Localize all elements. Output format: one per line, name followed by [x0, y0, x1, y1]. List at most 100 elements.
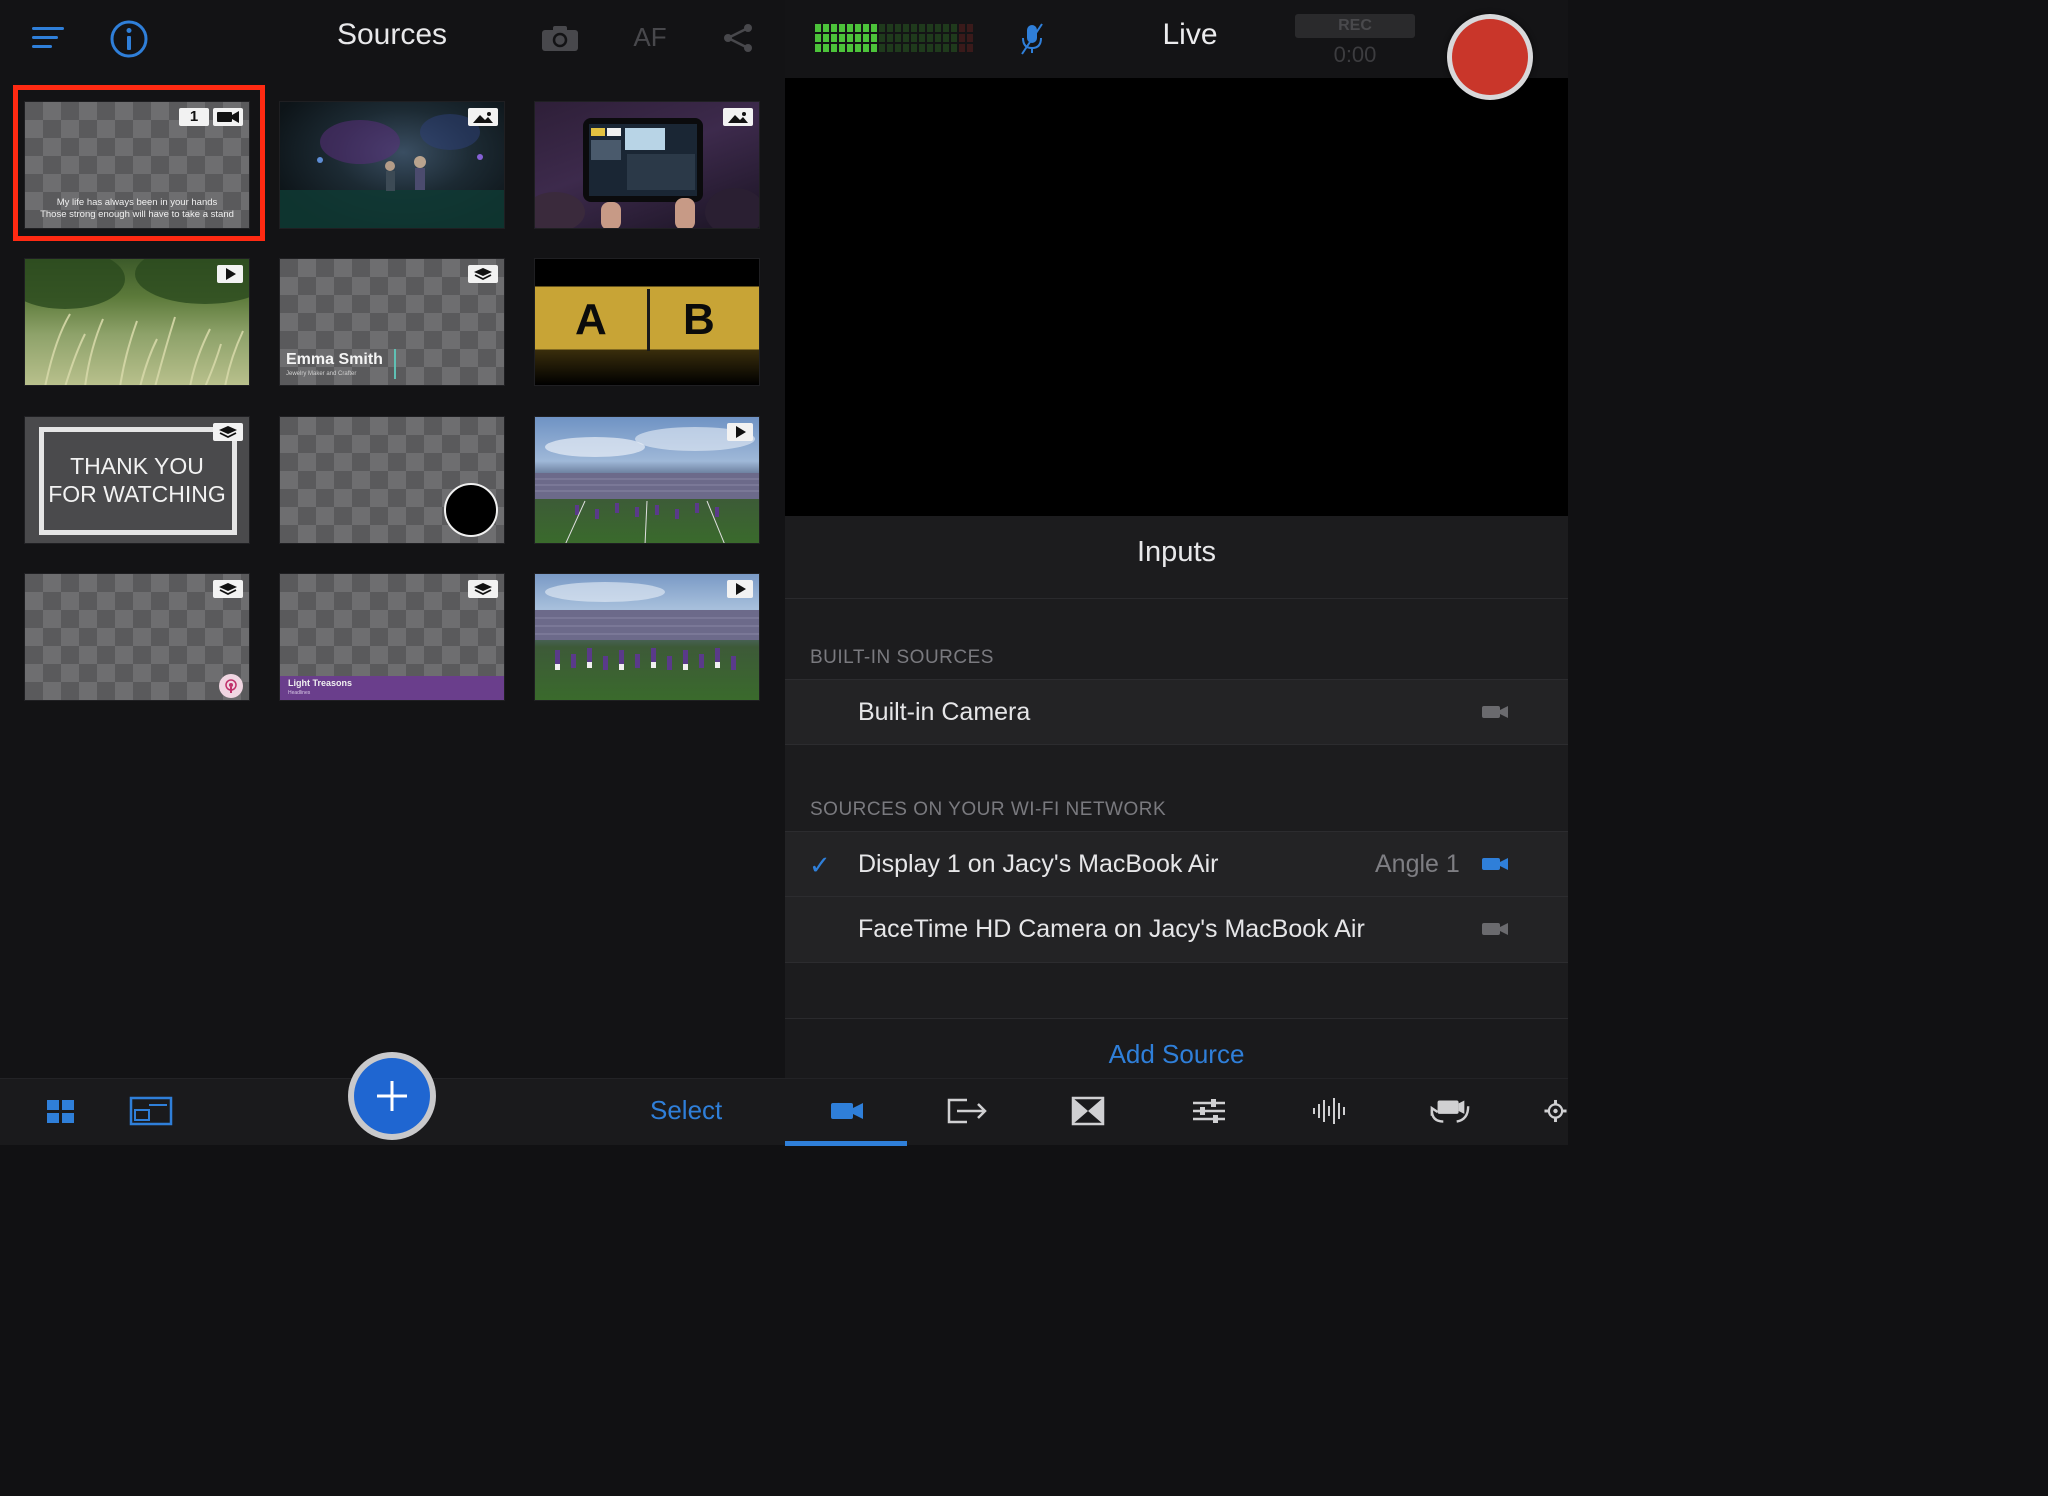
source-tile-stadium-video-1[interactable] [534, 416, 760, 544]
meter-cell [863, 34, 869, 42]
layers-icon [468, 265, 498, 283]
lower-third-accent-bar [394, 349, 396, 379]
meter-cell [879, 34, 885, 42]
meter-cell [839, 44, 845, 52]
meter-column [839, 24, 845, 52]
meter-cell [927, 34, 933, 42]
meter-column [871, 24, 877, 52]
add-source-button[interactable]: Add Source [785, 1039, 1568, 1070]
input-row-display-1[interactable]: ✓ Display 1 on Jacy's MacBook Air Angle … [785, 831, 1568, 897]
meter-column [911, 24, 917, 52]
layers-icon [213, 580, 243, 598]
source-tile-thank-you[interactable]: THANK YOU FOR WATCHING [24, 416, 250, 544]
microphone-muted-icon[interactable] [1017, 20, 1047, 58]
meter-cell [831, 44, 837, 52]
meter-cell [847, 24, 853, 32]
meter-cell [967, 34, 973, 42]
meter-cell [823, 24, 829, 32]
video-camera-icon [1481, 921, 1511, 939]
select-button[interactable]: Select [650, 1095, 722, 1126]
podcast-icon [219, 674, 243, 698]
source-tile-camera[interactable]: 1 My life has always been in your hands … [24, 101, 250, 229]
input-label: Built-in Camera [858, 698, 1031, 726]
audio-level-meter [815, 24, 973, 52]
network-sources-header: SOURCES ON YOUR WI-FI NETWORK [810, 799, 1167, 820]
source-tile-lower-third-emma[interactable]: Emma Smith Jewelry Maker and Crafter [279, 258, 505, 386]
meter-cell [815, 24, 821, 32]
layers-icon [213, 423, 243, 441]
adjustments-tab-icon[interactable] [1187, 1093, 1231, 1129]
inputs-tab-icon[interactable] [825, 1093, 869, 1129]
input-label: Display 1 on Jacy's MacBook Air [858, 850, 1219, 878]
multicam-tab-icon[interactable] [1428, 1093, 1472, 1129]
circle-logo-overlay [444, 483, 498, 537]
source-tile-concert-image[interactable] [279, 101, 505, 229]
source-tile-wheat-video[interactable] [24, 258, 250, 386]
record-button[interactable] [1447, 14, 1533, 100]
source-tile-stadium-video-2[interactable] [534, 573, 760, 701]
meter-cell [871, 24, 877, 32]
thank-you-line-2: FOR WATCHING [48, 481, 226, 507]
meter-column [863, 24, 869, 52]
checkmark-icon: ✓ [809, 850, 831, 880]
meter-column [943, 24, 949, 52]
lower-third-sub: Headlines [288, 690, 311, 696]
page-title: Sources [336, 18, 448, 51]
lower-third-subtitle: Jewelry Maker and Crafter [286, 371, 357, 377]
source-tile-ab-transition[interactable]: A B [534, 258, 760, 386]
inputs-title: Inputs [1137, 536, 1216, 568]
source-tile-podcast-overlay[interactable] [24, 573, 250, 701]
meter-cell [831, 24, 837, 32]
ab-divider [647, 289, 650, 351]
meter-cell [919, 34, 925, 42]
settings-gear-icon[interactable] [1543, 1093, 1568, 1129]
camera-switch-icon[interactable] [538, 20, 582, 56]
transitions-tab-icon[interactable] [1066, 1093, 1110, 1129]
meter-cell [903, 24, 909, 32]
grid-view-icon[interactable] [44, 1097, 78, 1127]
autofocus-button[interactable]: AF [628, 22, 672, 53]
meter-cell [943, 44, 949, 52]
add-source-plus-button[interactable] [348, 1052, 436, 1140]
meter-cell [959, 34, 965, 42]
ab-letter-a: A [575, 295, 607, 344]
meter-column [887, 24, 893, 52]
tile-view-icon[interactable] [128, 1095, 174, 1127]
source-tile-lower-third-light[interactable]: Light Treasons Headlines [279, 573, 505, 701]
menu-icon[interactable] [28, 20, 68, 56]
input-row-builtin-camera[interactable]: Built-in Camera [785, 679, 1568, 745]
info-icon[interactable] [108, 18, 150, 60]
meter-cell [831, 34, 837, 42]
meter-cell [839, 34, 845, 42]
meter-column [895, 24, 901, 52]
sources-panel: Sources AF 1 My life has always been in … [0, 0, 785, 1145]
output-tab-icon[interactable] [945, 1093, 989, 1129]
meter-cell [911, 34, 917, 42]
meter-column [951, 24, 957, 52]
meter-cell [919, 24, 925, 32]
meter-column [879, 24, 885, 52]
meter-cell [879, 44, 885, 52]
source-tile-blank-overlay[interactable] [279, 416, 505, 544]
lyric-line-1: My life has always been in your hands [56, 197, 218, 208]
live-toolbar [785, 1078, 1568, 1146]
meter-cell [959, 24, 965, 32]
meter-cell [823, 34, 829, 42]
meter-column [935, 24, 941, 52]
meter-cell [903, 44, 909, 52]
source-tile-ipad-image[interactable] [534, 101, 760, 229]
angle-label: Angle 1 [1375, 850, 1460, 878]
camera-number-badge: 1 [179, 108, 209, 126]
meter-cell [943, 34, 949, 42]
audio-tab-icon[interactable] [1308, 1093, 1352, 1129]
share-icon[interactable] [718, 18, 758, 58]
meter-cell [815, 44, 821, 52]
meter-cell [935, 24, 941, 32]
meter-cell [855, 34, 861, 42]
input-row-facetime-camera[interactable]: FaceTime HD Camera on Jacy's MacBook Air [785, 897, 1568, 963]
meter-column [855, 24, 861, 52]
meter-cell [855, 24, 861, 32]
play-icon [727, 580, 753, 598]
meter-cell [863, 24, 869, 32]
live-panel: Live REC 0:00 Inputs BUILT-IN SOURCES Bu… [785, 0, 1568, 1146]
